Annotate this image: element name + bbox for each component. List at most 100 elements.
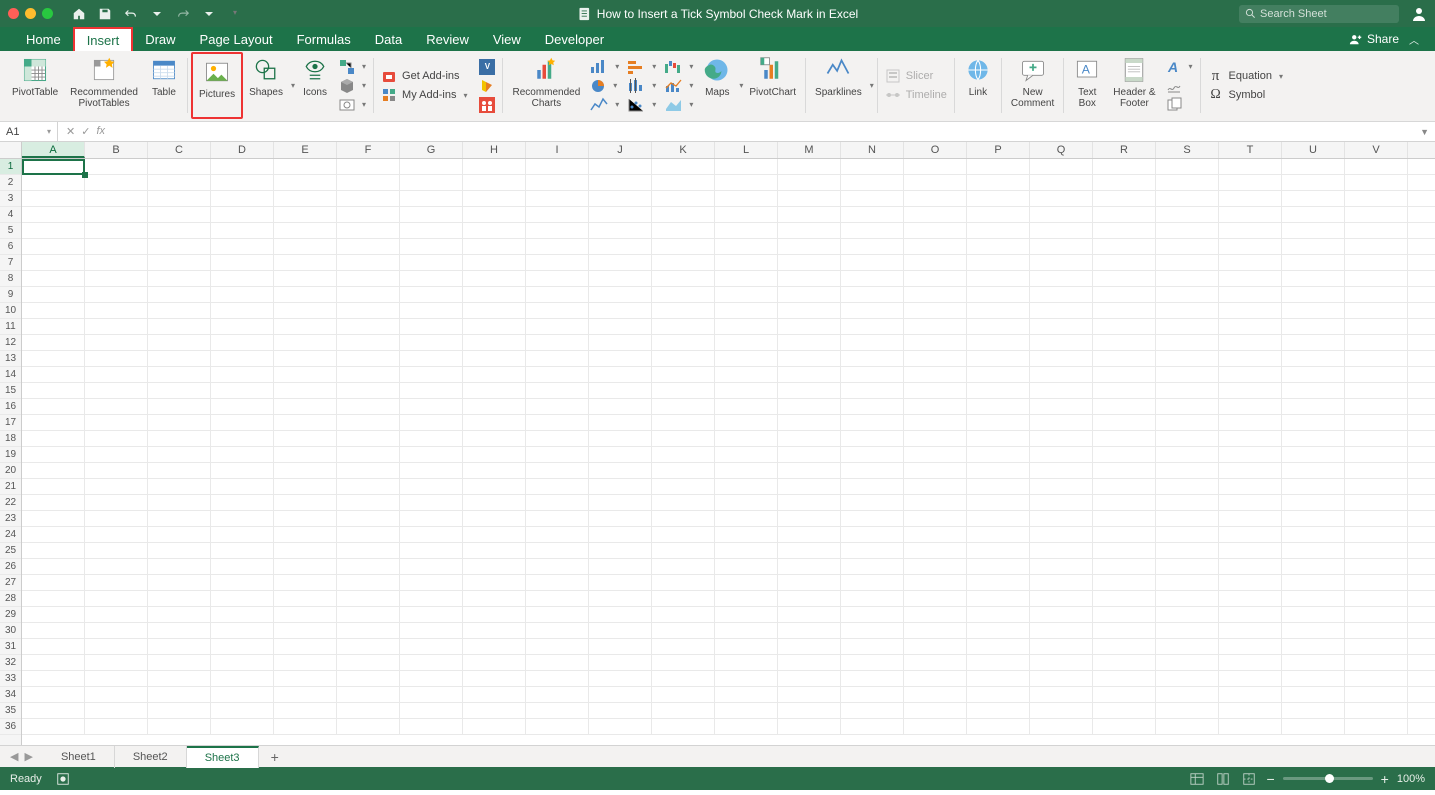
- column-header[interactable]: D: [211, 142, 274, 158]
- zoom-slider[interactable]: [1283, 777, 1373, 780]
- home-icon[interactable]: [71, 6, 87, 22]
- maximize-window-button[interactable]: [42, 8, 53, 19]
- cells-area[interactable]: [22, 159, 1435, 745]
- row-header[interactable]: 20: [0, 463, 21, 479]
- save-icon[interactable]: [97, 6, 113, 22]
- maps-button[interactable]: Maps: [697, 52, 737, 119]
- chevron-down-icon[interactable]: [149, 6, 165, 22]
- recommended-charts-button[interactable]: Recommended Charts: [506, 52, 586, 119]
- expand-formula-bar-icon[interactable]: ▼: [1420, 127, 1435, 137]
- row-header[interactable]: 11: [0, 319, 21, 335]
- row-header[interactable]: 15: [0, 383, 21, 399]
- row-header[interactable]: 9: [0, 287, 21, 303]
- sparklines-button[interactable]: Sparklines: [809, 52, 868, 119]
- user-account-icon[interactable]: [1411, 6, 1427, 22]
- row-header[interactable]: 22: [0, 495, 21, 511]
- sheet-nav-prev-icon[interactable]: ◀: [10, 750, 18, 763]
- line-chart-button[interactable]: ▾: [586, 96, 623, 114]
- row-header[interactable]: 30: [0, 623, 21, 639]
- row-header[interactable]: 13: [0, 351, 21, 367]
- row-header[interactable]: 24: [0, 527, 21, 543]
- column-header[interactable]: G: [400, 142, 463, 158]
- tab-review[interactable]: Review: [414, 27, 481, 51]
- pivottable-button[interactable]: PivotTable: [6, 52, 64, 119]
- chevron-down-icon[interactable]: ▾: [233, 8, 237, 17]
- column-header[interactable]: R: [1093, 142, 1156, 158]
- row-header[interactable]: 10: [0, 303, 21, 319]
- object-button[interactable]: [1162, 96, 1197, 114]
- column-header[interactable]: E: [274, 142, 337, 158]
- equation-button[interactable]: πEquation▾: [1204, 67, 1287, 85]
- my-addins-button[interactable]: My Add-ins▾: [377, 86, 471, 104]
- tab-draw[interactable]: Draw: [133, 27, 187, 51]
- row-header[interactable]: 1: [0, 159, 21, 175]
- recommended-pivottables-button[interactable]: Recommended PivotTables: [64, 52, 144, 119]
- column-header[interactable]: F: [337, 142, 400, 158]
- icons-button[interactable]: Icons: [295, 52, 335, 119]
- signature-line-button[interactable]: [1162, 77, 1197, 95]
- chevron-down-icon[interactable]: [201, 6, 217, 22]
- sheet-tab-sheet3[interactable]: Sheet3: [187, 746, 259, 768]
- row-header[interactable]: 19: [0, 447, 21, 463]
- people-graph-button[interactable]: [475, 96, 499, 114]
- column-header[interactable]: C: [148, 142, 211, 158]
- row-header[interactable]: 28: [0, 591, 21, 607]
- 3d-models-button[interactable]: ▾: [335, 77, 370, 95]
- row-header[interactable]: 16: [0, 399, 21, 415]
- smartart-button[interactable]: ▾: [335, 58, 370, 76]
- minimize-window-button[interactable]: [25, 8, 36, 19]
- column-header[interactable]: J: [589, 142, 652, 158]
- get-addins-button[interactable]: Get Add-ins: [377, 67, 471, 85]
- row-header[interactable]: 6: [0, 239, 21, 255]
- pivotchart-button[interactable]: PivotChart: [743, 52, 802, 119]
- row-header[interactable]: 4: [0, 207, 21, 223]
- timeline-button[interactable]: Timeline: [881, 86, 951, 104]
- row-header[interactable]: 21: [0, 479, 21, 495]
- header-footer-button[interactable]: Header & Footer: [1107, 52, 1161, 119]
- tab-formulas[interactable]: Formulas: [285, 27, 363, 51]
- share-button[interactable]: Share: [1349, 32, 1399, 46]
- row-header[interactable]: 32: [0, 655, 21, 671]
- name-box[interactable]: A1 ▾: [0, 122, 58, 141]
- column-header[interactable]: U: [1282, 142, 1345, 158]
- visio-visualizer-button[interactable]: V: [475, 58, 499, 76]
- stats-chart-button[interactable]: ▾: [623, 77, 660, 95]
- text-box-button[interactable]: A Text Box: [1067, 52, 1107, 119]
- normal-view-icon[interactable]: [1188, 770, 1206, 788]
- row-header[interactable]: 14: [0, 367, 21, 383]
- tab-view[interactable]: View: [481, 27, 533, 51]
- row-header[interactable]: 26: [0, 559, 21, 575]
- tab-data[interactable]: Data: [363, 27, 414, 51]
- pictures-button[interactable]: Pictures ▾: [191, 52, 243, 119]
- bar-chart-button[interactable]: ▾: [623, 58, 660, 76]
- row-header[interactable]: 12: [0, 335, 21, 351]
- row-header[interactable]: 34: [0, 687, 21, 703]
- column-header[interactable]: T: [1219, 142, 1282, 158]
- column-header[interactable]: N: [841, 142, 904, 158]
- pie-chart-button[interactable]: ▾: [586, 77, 623, 95]
- tab-page-layout[interactable]: Page Layout: [188, 27, 285, 51]
- symbol-button[interactable]: ΩSymbol: [1204, 86, 1287, 104]
- column-header[interactable]: K: [652, 142, 715, 158]
- column-header[interactable]: B: [85, 142, 148, 158]
- row-header[interactable]: 17: [0, 415, 21, 431]
- combo-chart-button[interactable]: ▾: [660, 77, 697, 95]
- page-layout-view-icon[interactable]: [1214, 770, 1232, 788]
- search-sheet-input[interactable]: Search Sheet: [1239, 5, 1399, 23]
- page-break-view-icon[interactable]: [1240, 770, 1258, 788]
- add-sheet-button[interactable]: +: [259, 749, 291, 765]
- tab-home[interactable]: Home: [14, 27, 73, 51]
- screenshot-button[interactable]: ▾: [335, 96, 370, 114]
- table-button[interactable]: Table: [144, 52, 184, 119]
- row-header[interactable]: 18: [0, 431, 21, 447]
- row-header[interactable]: 8: [0, 271, 21, 287]
- redo-icon[interactable]: [175, 6, 191, 22]
- row-header[interactable]: 3: [0, 191, 21, 207]
- worksheet-grid[interactable]: ABCDEFGHIJKLMNOPQRSTUV 12345678910111213…: [0, 142, 1435, 745]
- row-header[interactable]: 33: [0, 671, 21, 687]
- chevron-down-icon[interactable]: ▾: [870, 81, 874, 90]
- column-header[interactable]: H: [463, 142, 526, 158]
- collapse-ribbon-icon[interactable]: ︿: [1409, 32, 1419, 47]
- cancel-formula-icon[interactable]: ✕: [66, 125, 75, 138]
- zoom-in-button[interactable]: +: [1381, 771, 1389, 787]
